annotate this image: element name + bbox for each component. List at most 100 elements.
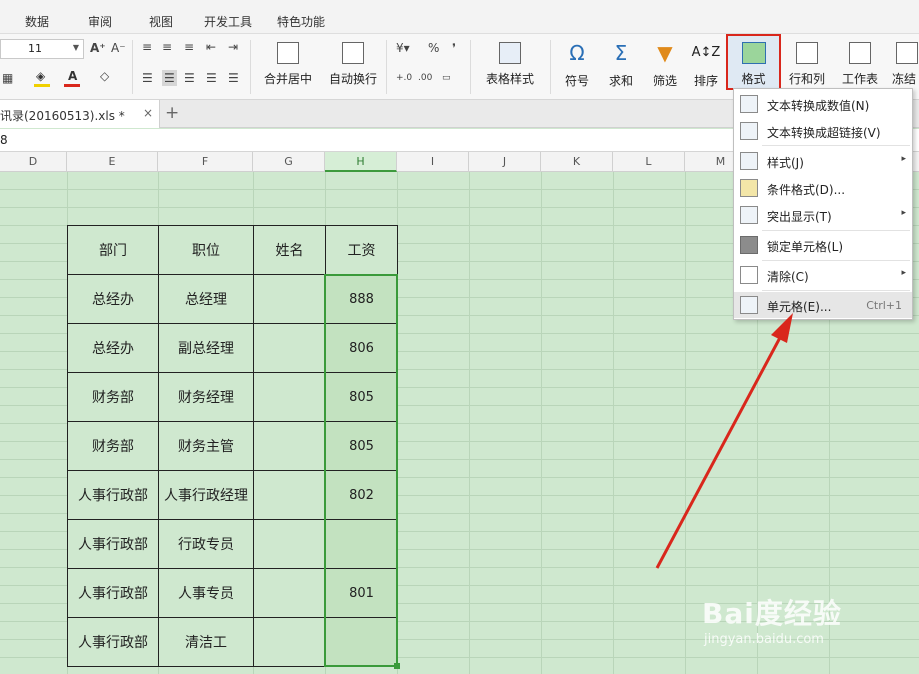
menu-item-lock-cell[interactable]: 锁定单元格(L) — [734, 232, 912, 258]
cell-salary[interactable]: 801 — [325, 568, 398, 618]
cell-name[interactable] — [253, 519, 326, 569]
filter-button[interactable]: ▼ 筛选 — [644, 40, 686, 92]
cell-name[interactable] — [253, 568, 326, 618]
decrease-decimal-icon[interactable]: .00 — [418, 74, 432, 83]
cell-position[interactable]: 人事专员 — [158, 568, 254, 618]
menu-item-label: 文本转换成超链接(V) — [767, 126, 881, 140]
menu-item-cell-format[interactable]: 单元格(E)... Ctrl+1 — [734, 292, 912, 318]
sort-button[interactable]: A↕Z 排序 — [688, 40, 724, 92]
cell-department[interactable]: 财务部 — [67, 372, 159, 422]
wrap-text-button[interactable]: 自动换行 — [324, 40, 382, 92]
cell-position[interactable]: 清洁工 — [158, 617, 254, 667]
merge-center-button[interactable]: 合并居中 — [256, 40, 320, 92]
header-department[interactable]: 部门 — [67, 225, 159, 275]
menu-review[interactable]: 审阅 — [88, 13, 112, 30]
cell-salary[interactable]: 805 — [325, 421, 398, 471]
menu-developer[interactable]: 开发工具 — [204, 13, 252, 30]
cell-salary[interactable]: 806 — [325, 323, 398, 373]
cell-salary[interactable]: 802 — [325, 470, 398, 520]
column-header-j[interactable]: J — [469, 152, 541, 172]
menu-item-text-to-number[interactable]: 文本转换成数值(N) — [734, 91, 912, 117]
freeze-button[interactable]: 冻结 — [890, 40, 919, 92]
cell-department[interactable]: 人事行政部 — [67, 470, 159, 520]
font-size-box[interactable]: 11 ▼ — [0, 39, 84, 59]
cell-name[interactable] — [253, 421, 326, 471]
align-center-icon[interactable]: ☰ — [162, 70, 177, 86]
column-header-e[interactable]: E — [67, 152, 158, 172]
cell-position[interactable]: 人事行政经理 — [158, 470, 254, 520]
cell-name[interactable] — [253, 323, 326, 373]
cell-department[interactable]: 总经办 — [67, 323, 159, 373]
cell-department[interactable]: 人事行政部 — [67, 617, 159, 667]
border-icon[interactable]: ▦ — [2, 72, 13, 84]
sort-label: 排序 — [693, 74, 718, 88]
header-position[interactable]: 职位 — [158, 225, 254, 275]
column-header-h[interactable]: H — [325, 152, 397, 172]
cell-position[interactable]: 财务主管 — [158, 421, 254, 471]
cell-position[interactable]: 行政专员 — [158, 519, 254, 569]
header-salary[interactable]: 工资 — [325, 225, 398, 275]
number-format-icon[interactable]: ▭ — [442, 74, 451, 83]
row-col-button[interactable]: 行和列 — [782, 40, 832, 92]
menu-item-highlight[interactable]: 突出显示(T) ▸ — [734, 202, 912, 228]
align-middle-icon[interactable]: ≡ — [162, 41, 172, 53]
chevron-down-icon[interactable]: ▼ — [73, 43, 79, 52]
distribute-icon[interactable]: ☰ — [228, 72, 239, 84]
column-header-i[interactable]: I — [397, 152, 469, 172]
menu-item-clear[interactable]: 清除(C) ▸ — [734, 262, 912, 288]
decrease-font-icon[interactable]: A⁻ — [111, 42, 126, 54]
cell-salary[interactable] — [325, 617, 398, 667]
cell-salary[interactable] — [325, 519, 398, 569]
percent-icon[interactable]: % — [428, 42, 439, 54]
add-tab-icon[interactable]: + — [165, 103, 179, 123]
fill-color-icon[interactable]: ◈ — [36, 70, 45, 82]
justify-icon[interactable]: ☰ — [206, 72, 217, 84]
cell-department[interactable]: 人事行政部 — [67, 568, 159, 618]
format-button[interactable]: 格式 — [726, 34, 781, 90]
indent-decrease-icon[interactable]: ⇤ — [206, 41, 216, 53]
close-icon[interactable]: × — [143, 106, 153, 120]
cell-salary[interactable]: 805 — [325, 372, 398, 422]
column-header-d[interactable]: D — [0, 152, 67, 172]
comma-icon[interactable]: ❜ — [452, 42, 456, 54]
table-style-button[interactable]: 表格样式 — [478, 40, 542, 92]
cell-name[interactable] — [253, 274, 326, 324]
menu-item-text-to-link[interactable]: 文本转换成超链接(V) — [734, 118, 912, 144]
symbol-button[interactable]: Ω 符号 — [556, 40, 598, 92]
indent-increase-icon[interactable]: ⇥ — [228, 41, 238, 53]
column-header-g[interactable]: G — [253, 152, 325, 172]
cell-salary[interactable]: 888 — [325, 274, 398, 324]
column-header-k[interactable]: K — [541, 152, 613, 172]
worksheet-button[interactable]: 工作表 — [834, 40, 886, 92]
column-header-f[interactable]: F — [158, 152, 253, 172]
menu-item-label: 锁定单元格(L) — [767, 240, 844, 254]
clear-format-icon[interactable]: ◇ — [100, 70, 109, 82]
align-right-icon[interactable]: ☰ — [184, 72, 195, 84]
cell-position[interactable]: 总经理 — [158, 274, 254, 324]
align-top-icon[interactable]: ≡ — [142, 41, 152, 53]
menu-view[interactable]: 视图 — [149, 13, 173, 30]
document-tab[interactable]: 讯录(20160513).xls * × — [0, 100, 160, 128]
align-left-icon[interactable]: ☰ — [142, 72, 153, 84]
cell-position[interactable]: 财务经理 — [158, 372, 254, 422]
increase-decimal-icon[interactable]: +.0 — [396, 74, 412, 83]
header-name[interactable]: 姓名 — [253, 225, 326, 275]
menu-item-style[interactable]: 样式(J) ▸ — [734, 148, 912, 174]
menu-data[interactable]: 数据 — [25, 13, 49, 30]
cell-position[interactable]: 副总经理 — [158, 323, 254, 373]
cell-department[interactable]: 人事行政部 — [67, 519, 159, 569]
menu-item-conditional-format[interactable]: 条件格式(D)... — [734, 175, 912, 201]
menu-special[interactable]: 特色功能 — [277, 13, 325, 30]
conditional-format-icon — [740, 179, 758, 197]
cell-department[interactable]: 总经办 — [67, 274, 159, 324]
font-color-icon[interactable]: A — [68, 70, 77, 82]
currency-icon[interactable]: ¥▾ — [396, 42, 410, 54]
cell-department[interactable]: 财务部 — [67, 421, 159, 471]
align-bottom-icon[interactable]: ≡ — [184, 41, 194, 53]
sum-button[interactable]: Σ 求和 — [600, 40, 642, 92]
cell-name[interactable] — [253, 470, 326, 520]
column-header-l[interactable]: L — [613, 152, 685, 172]
increase-font-icon[interactable]: A⁺ — [90, 42, 106, 54]
cell-name[interactable] — [253, 617, 326, 667]
cell-name[interactable] — [253, 372, 326, 422]
